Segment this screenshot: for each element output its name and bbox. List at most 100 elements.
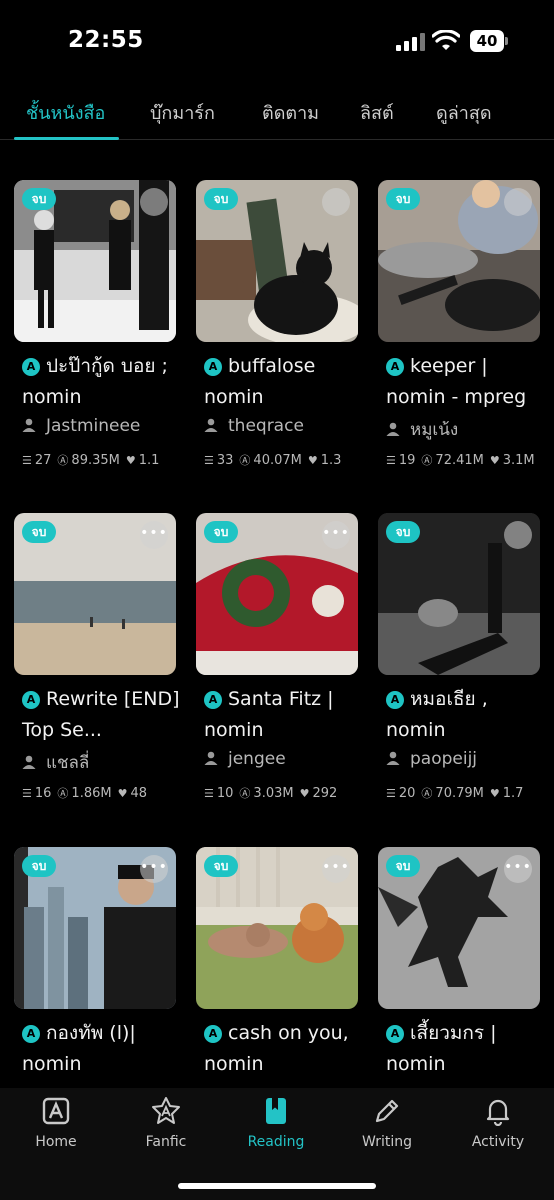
story-stats: ☰ 33 Ⓐ 40.07M ♥ 1.3 bbox=[204, 453, 342, 468]
nav-home[interactable]: Home bbox=[6, 1096, 106, 1150]
story-stats: ☰ 10 Ⓐ 3.03M ♥ 292 bbox=[204, 786, 338, 801]
story-title[interactable]: Acash on you, nomin bbox=[204, 1018, 364, 1080]
status-time: 22:55 bbox=[68, 27, 144, 53]
views-icon: Ⓐ bbox=[57, 454, 69, 467]
story-a-icon: A bbox=[386, 1025, 404, 1043]
views-icon: Ⓐ bbox=[421, 454, 433, 467]
more-options-button[interactable] bbox=[504, 521, 532, 549]
more-options-button[interactable] bbox=[504, 188, 532, 216]
views-icon: Ⓐ bbox=[239, 787, 251, 800]
person-icon bbox=[386, 422, 400, 436]
story-author[interactable]: paopeijj bbox=[386, 749, 477, 769]
heart-icon: ♥ bbox=[125, 454, 136, 467]
nav-activity[interactable]: Activity bbox=[448, 1096, 548, 1150]
nav-writing[interactable]: Writing bbox=[337, 1096, 437, 1150]
tab-lists[interactable]: ลิสต์ bbox=[360, 98, 394, 127]
more-options-button[interactable]: ••• bbox=[322, 855, 350, 883]
more-options-button[interactable]: ••• bbox=[140, 855, 168, 883]
home-a-icon bbox=[42, 1097, 70, 1125]
bell-icon bbox=[486, 1099, 510, 1126]
story-title[interactable]: A Santa Fitz | nomin bbox=[204, 684, 364, 746]
story-author[interactable]: theqrace bbox=[204, 416, 304, 436]
person-icon bbox=[386, 751, 400, 765]
story-author[interactable]: jengee bbox=[204, 749, 286, 769]
nav-reading[interactable]: Reading bbox=[226, 1096, 326, 1150]
completed-badge: จบ bbox=[22, 521, 56, 543]
pencil-icon bbox=[375, 1099, 399, 1123]
completed-badge: จบ bbox=[386, 188, 420, 210]
story-cover[interactable]: จบ bbox=[14, 180, 176, 342]
views-icon: Ⓐ bbox=[57, 787, 69, 800]
story-cover[interactable]: จบ ••• bbox=[14, 513, 176, 675]
chapters-icon: ☰ bbox=[204, 787, 214, 800]
story-title[interactable]: Akeeper | nomin - mpreg bbox=[386, 351, 546, 413]
chapters-icon: ☰ bbox=[22, 787, 32, 800]
chapters-icon: ☰ bbox=[386, 454, 396, 467]
tab-bookmarks[interactable]: บุ๊กมาร์ก bbox=[150, 98, 215, 127]
person-icon bbox=[22, 755, 36, 769]
completed-badge: จบ bbox=[386, 855, 420, 877]
tab-following[interactable]: ติดตาม bbox=[262, 98, 319, 127]
more-options-button[interactable] bbox=[322, 188, 350, 216]
more-options-button[interactable]: ••• bbox=[322, 521, 350, 549]
story-title[interactable]: A กองทัพ (l)| nomin bbox=[22, 1018, 182, 1080]
story-a-icon: A bbox=[386, 691, 404, 709]
completed-badge: จบ bbox=[204, 521, 238, 543]
heart-icon: ♥ bbox=[299, 787, 310, 800]
story-author[interactable]: หมูเน้ง bbox=[386, 416, 458, 443]
story-cover[interactable]: จบ ••• bbox=[196, 847, 358, 1009]
completed-badge: จบ bbox=[22, 855, 56, 877]
heart-icon: ♥ bbox=[117, 787, 128, 800]
story-title[interactable]: A เสี้ยวมกร | nomin bbox=[386, 1018, 546, 1080]
library-tabs: ชั้นหนังสือ บุ๊กมาร์ก ติดตาม ลิสต์ ดูล่า… bbox=[0, 88, 554, 140]
story-stats: ☰ 27 Ⓐ 89.35M ♥ 1.1 bbox=[22, 453, 160, 468]
more-options-button[interactable]: ••• bbox=[504, 855, 532, 883]
heart-icon: ♥ bbox=[489, 787, 500, 800]
wifi-icon bbox=[432, 30, 460, 50]
nav-fanfic[interactable]: Fanfic bbox=[116, 1096, 216, 1150]
story-a-icon: A bbox=[204, 691, 222, 709]
more-options-button[interactable]: ••• bbox=[140, 521, 168, 549]
story-a-icon: A bbox=[22, 358, 40, 376]
completed-badge: จบ bbox=[386, 521, 420, 543]
battery-icon: 40 bbox=[470, 30, 508, 52]
story-cover[interactable]: จบ bbox=[378, 513, 540, 675]
story-cover[interactable]: จบ ••• bbox=[378, 847, 540, 1009]
chapters-icon: ☰ bbox=[204, 454, 214, 467]
story-stats: ☰ 19 Ⓐ 72.41M ♥ 3.1M bbox=[386, 453, 535, 468]
heart-icon: ♥ bbox=[307, 454, 318, 467]
story-author[interactable]: Jastmineee bbox=[22, 416, 140, 436]
story-cover[interactable]: จบ ••• bbox=[14, 847, 176, 1009]
tab-bookshelf[interactable]: ชั้นหนังสือ bbox=[26, 98, 105, 127]
status-bar: 22:55 40 bbox=[0, 0, 554, 84]
story-cover[interactable]: จบ ••• bbox=[196, 513, 358, 675]
signal-icon bbox=[396, 33, 426, 51]
completed-badge: จบ bbox=[204, 855, 238, 877]
story-title[interactable]: A Rewrite [END] Top Se... bbox=[22, 684, 182, 746]
active-tab-indicator bbox=[14, 137, 119, 140]
story-cover[interactable]: จบ bbox=[378, 180, 540, 342]
fanfic-star-icon bbox=[152, 1097, 180, 1124]
story-title[interactable]: A ปะป๊ากู้ด บอย ; nomin bbox=[22, 351, 182, 413]
views-icon: Ⓐ bbox=[421, 787, 433, 800]
person-icon bbox=[204, 751, 218, 765]
completed-badge: จบ bbox=[204, 188, 238, 210]
person-icon bbox=[204, 418, 218, 432]
story-cover[interactable]: จบ bbox=[196, 180, 358, 342]
story-a-icon: A bbox=[204, 358, 222, 376]
story-a-icon: A bbox=[22, 691, 40, 709]
story-title[interactable]: Abuffalose nomin bbox=[204, 351, 364, 413]
story-a-icon: A bbox=[204, 1025, 222, 1043]
chapters-icon: ☰ bbox=[22, 454, 32, 467]
completed-badge: จบ bbox=[22, 188, 56, 210]
bookmark-book-icon bbox=[266, 1098, 286, 1124]
story-author[interactable]: แชลลี่ bbox=[22, 749, 89, 776]
more-options-button[interactable] bbox=[140, 188, 168, 216]
tab-recent[interactable]: ดูล่าสุด bbox=[436, 98, 492, 127]
battery-level: 40 bbox=[470, 30, 504, 52]
story-a-icon: A bbox=[386, 358, 404, 376]
story-stats: ☰ 20 Ⓐ 70.79M ♥ 1.7 bbox=[386, 786, 524, 801]
story-title[interactable]: A หมอเธีย , nomin bbox=[386, 684, 546, 746]
views-icon: Ⓐ bbox=[239, 454, 251, 467]
story-a-icon: A bbox=[22, 1025, 40, 1043]
